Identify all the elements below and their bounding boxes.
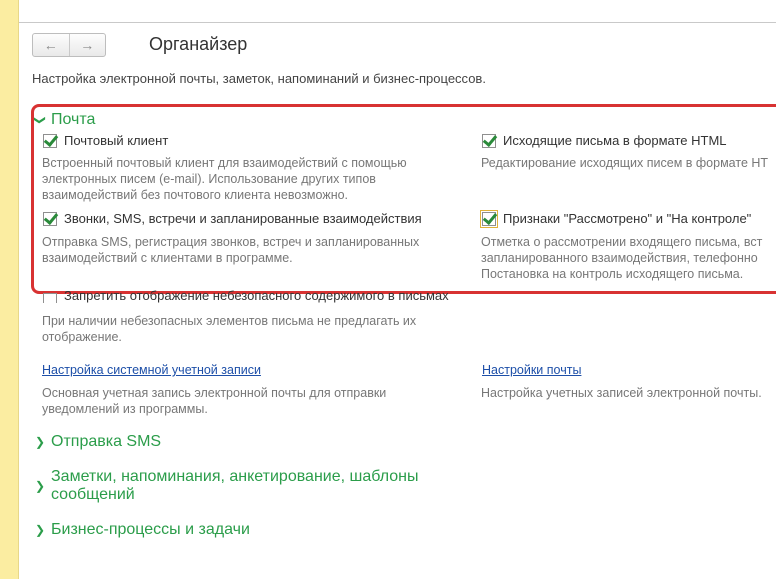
section-sms-header[interactable]: ❯ Отправка SMS (35, 433, 161, 451)
desc-line: уведомлений из программы. (42, 402, 208, 416)
desc-line: Настройка учетных записей электронной по… (481, 386, 762, 400)
arrow-right-icon: → (80, 37, 95, 53)
chevron-right-icon: ❯ (35, 435, 46, 449)
highlight-frame (31, 104, 776, 294)
section-notes-header[interactable]: ❯ Заметки, напоминания, анкетирование, ш… (35, 468, 418, 504)
mail-settings-link[interactable]: Настройки почты (482, 363, 581, 377)
section-sms-title: Отправка SMS (51, 433, 162, 450)
section-notes-title-line1: Заметки, напоминания, анкетирование, шаб… (51, 468, 419, 485)
header-divider (19, 22, 776, 23)
option-block-unsafe-content[interactable]: Запретить отображение небезопасного соде… (43, 290, 449, 303)
block-unsafe-checkbox[interactable] (43, 293, 57, 303)
chevron-right-icon: ❯ (35, 523, 46, 537)
section-notes-title: Заметки, напоминания, анкетирование, шаб… (51, 468, 418, 504)
left-panel-strip (0, 0, 19, 579)
section-notes-title-line2: сообщений (51, 486, 135, 503)
arrow-left-icon: ← (43, 37, 58, 53)
navigation-buttons: ← → (32, 33, 106, 57)
mail-settings-description: Настройка учетных записей электронной по… (481, 385, 762, 401)
forward-button[interactable]: → (68, 34, 106, 56)
system-account-description: Основная учетная запись электронной почт… (42, 385, 386, 417)
desc-line: При наличии небезопасных элементов письм… (42, 314, 417, 328)
system-account-settings-link[interactable]: Настройка системной учетной записи (42, 363, 261, 377)
chevron-right-icon: ❯ (35, 479, 46, 493)
back-button[interactable]: ← (33, 34, 69, 56)
desc-line: отображение. (42, 330, 122, 344)
section-business-processes-header[interactable]: ❯ Бизнес-процессы и задачи (35, 521, 250, 539)
block-unsafe-label: Запретить отображение небезопасного соде… (64, 290, 449, 303)
desc-line: Основная учетная запись электронной почт… (42, 386, 387, 400)
page-title: Органайзер (149, 34, 248, 54)
page-subtitle: Настройка электронной почты, заметок, на… (32, 71, 486, 86)
section-business-processes-title: Бизнес-процессы и задачи (51, 521, 250, 538)
block-unsafe-description: При наличии небезопасных элементов письм… (42, 313, 416, 345)
